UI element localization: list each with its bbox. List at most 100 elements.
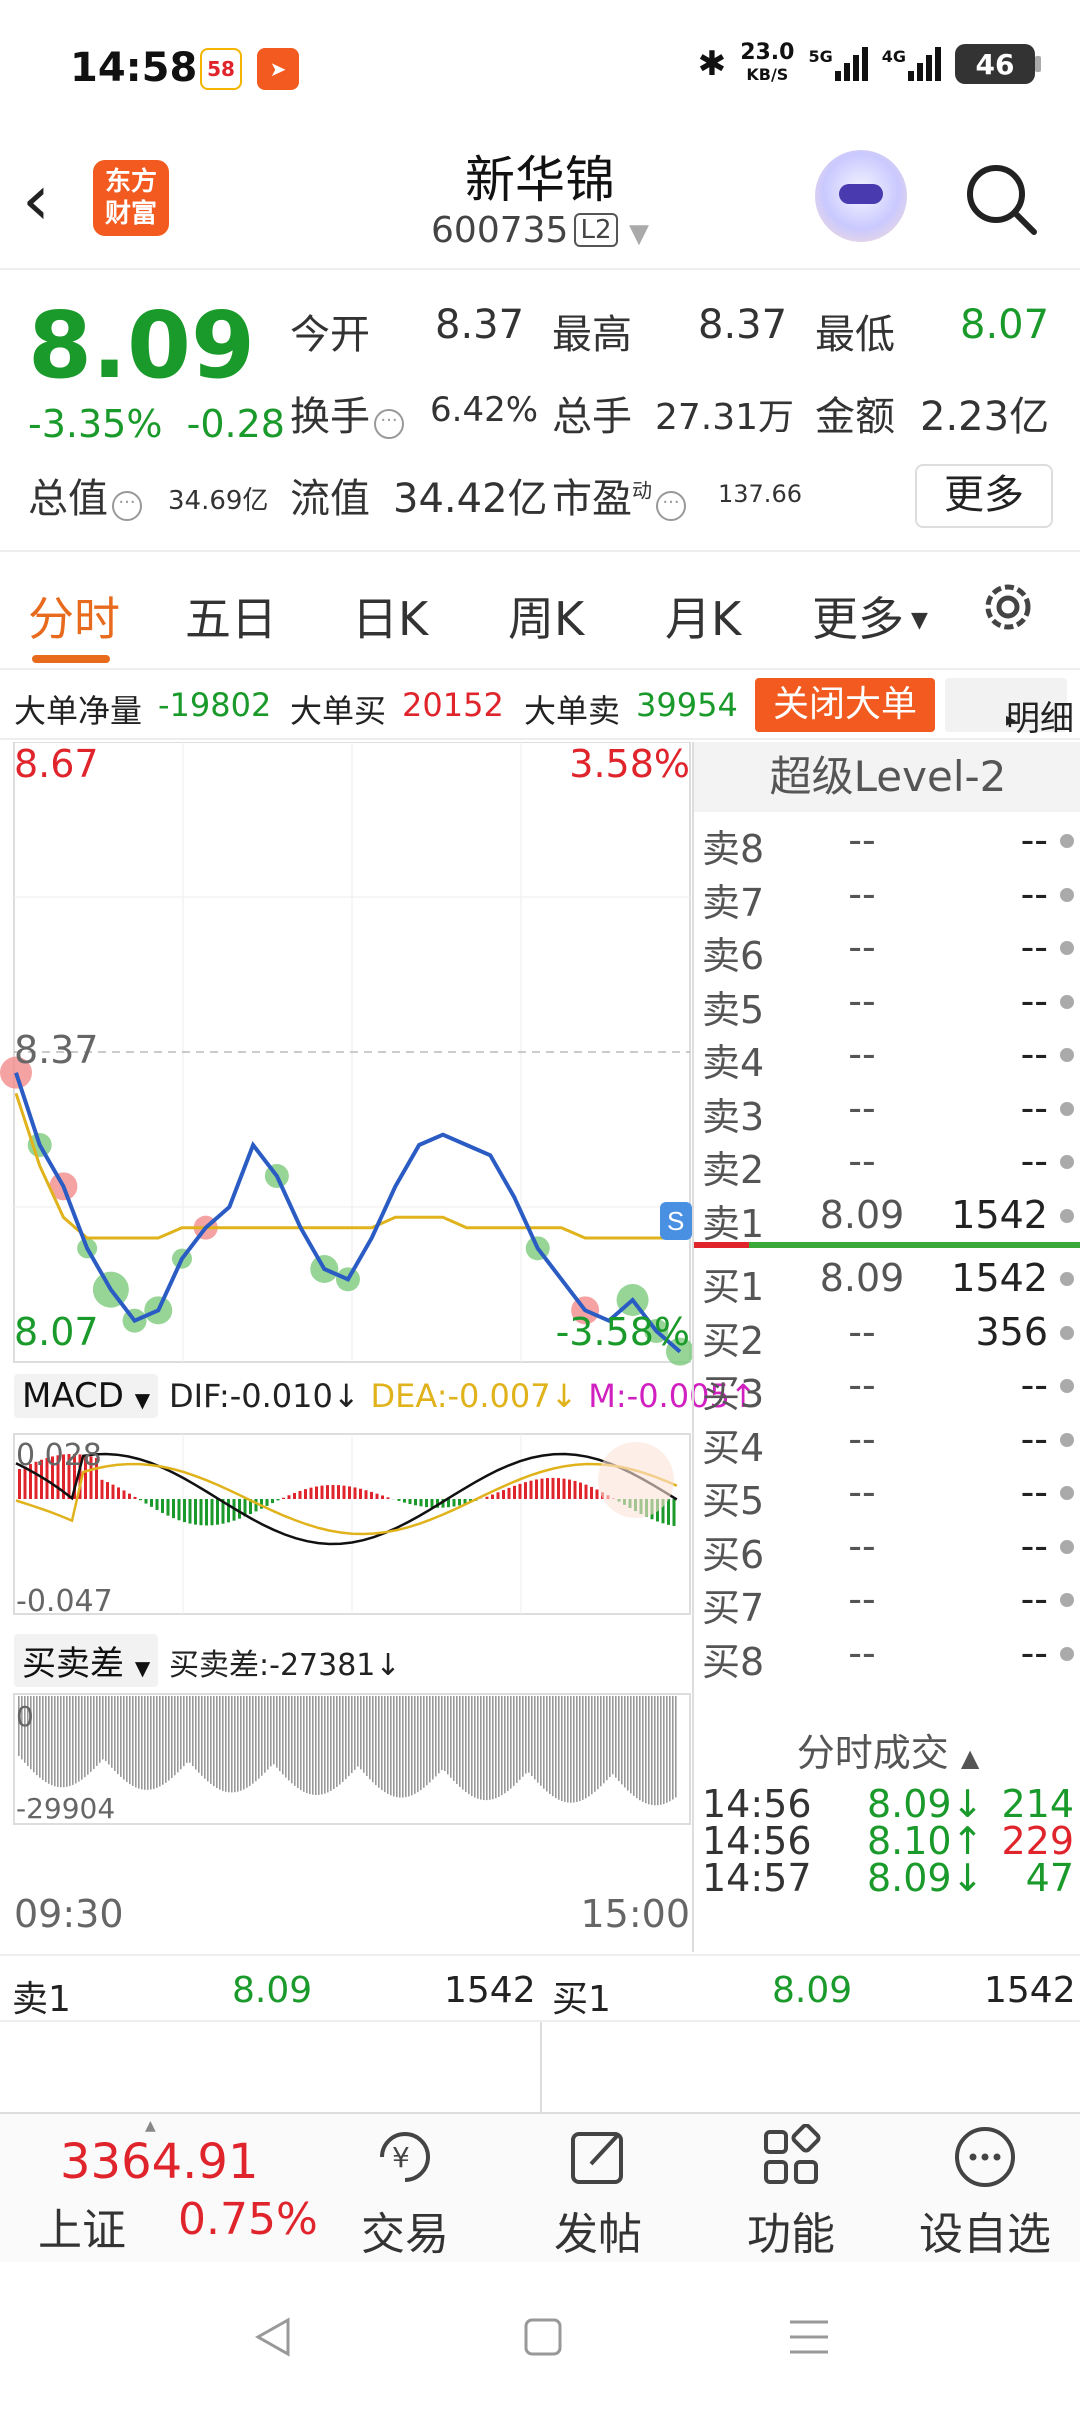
diff-bar	[507, 1696, 509, 1792]
diff-bar	[51, 1696, 53, 1786]
diff-select[interactable]: 买卖差 ▼	[14, 1634, 159, 1687]
nav-trade[interactable]: ¥ 交易	[340, 2124, 470, 2262]
diff-bar	[330, 1696, 332, 1791]
ask-row[interactable]: 卖4 -- --	[702, 1028, 1074, 1085]
macd-bar	[18, 1469, 21, 1499]
close-big-order-button[interactable]: 关闭大单	[755, 678, 935, 732]
index-pct: 0.75%	[178, 2194, 318, 2245]
diff-bar	[303, 1696, 305, 1792]
diff-bar	[39, 1696, 41, 1778]
level2-order-book[interactable]: 超级Level-2 卖8 -- -- 卖7 -- -- 卖6 -- -- 卖5 -- -- 卖4 -- --…	[692, 742, 1080, 1952]
diff-bar	[153, 1696, 155, 1789]
diff-bar	[483, 1696, 485, 1801]
back-triangle-icon[interactable]	[250, 2314, 296, 2360]
floatcap-value: 34.42亿	[393, 476, 548, 522]
bid-row[interactable]: 买7 -- --	[702, 1573, 1074, 1630]
diff-bar	[630, 1696, 632, 1794]
trade-price: 8.09↓	[867, 1856, 984, 1900]
more-circle-icon	[955, 2127, 1015, 2187]
search-icon[interactable]	[962, 160, 1042, 240]
diff-bar	[555, 1696, 557, 1799]
mktcap-value: 34.69亿	[168, 486, 269, 516]
diff-bar	[606, 1696, 608, 1781]
gear-icon[interactable]	[978, 577, 1038, 637]
home-square-icon[interactable]	[520, 2314, 566, 2360]
trades-title[interactable]: 分时成交 ▲	[694, 1722, 1080, 1777]
diff-bar	[207, 1696, 209, 1782]
dot-icon	[1060, 1101, 1074, 1116]
diff-bar	[519, 1696, 521, 1780]
diff-bar	[552, 1696, 554, 1797]
diff-bar	[627, 1696, 629, 1791]
open-label: 今开	[290, 312, 370, 358]
bluetooth-icon: ✱	[697, 44, 727, 84]
nav-function[interactable]: 功能	[726, 2123, 856, 2262]
macd-bar	[414, 1499, 417, 1506]
diff-bar	[657, 1696, 659, 1806]
macd-bar	[529, 1480, 533, 1499]
more-button[interactable]: 更多	[915, 464, 1053, 528]
macd-bar	[551, 1477, 555, 1499]
tab-weekly-k[interactable]: 周K	[508, 583, 584, 649]
tab-five-day[interactable]: 五日	[185, 583, 277, 649]
macd-bar	[271, 1499, 274, 1504]
ask-row[interactable]: 卖6 -- --	[702, 921, 1074, 978]
dot-icon	[1060, 1379, 1074, 1393]
bid-ask-ratio-bar	[694, 1242, 1080, 1248]
macd-bar	[122, 1490, 126, 1499]
bid-row[interactable]: 买4 -- --	[702, 1413, 1074, 1470]
bid-row[interactable]: 买8 -- --	[702, 1627, 1074, 1684]
bid-label: 买1	[702, 1265, 765, 1309]
turnover-label[interactable]: 换手 ···	[290, 384, 404, 442]
tab-monthly-k[interactable]: 月K	[665, 583, 741, 649]
ask-row[interactable]: 卖7 -- --	[702, 868, 1074, 925]
volume-label: 总手	[552, 394, 632, 440]
macd-bar	[386, 1497, 390, 1499]
diff-bar	[300, 1696, 302, 1791]
diff-bar	[549, 1696, 551, 1794]
bid-row[interactable]: 买2 -- 356	[702, 1306, 1074, 1363]
mktcap-label[interactable]: 总值 ···	[28, 466, 142, 524]
bid-row[interactable]: 买6 -- --	[702, 1520, 1074, 1577]
macd-bar	[298, 1490, 302, 1499]
intraday-chart[interactable]: S 8.67 3.58% 8.37 8.07 -3.58% MACD ▼ DIF…	[0, 742, 757, 1952]
bid-label: 买5	[702, 1479, 765, 1523]
diff-bar	[339, 1696, 341, 1785]
diff-bar	[462, 1696, 464, 1790]
bid-row[interactable]: 买1 8.09 1542	[702, 1252, 1074, 1309]
diff-bar	[63, 1696, 65, 1788]
amount-value: 2.23亿	[920, 394, 1050, 440]
stock-code-row[interactable]: 600735 L2 ▼	[0, 210, 1080, 251]
tab-intraday[interactable]: 分时	[28, 583, 120, 649]
diff-bar	[342, 1696, 344, 1782]
diff-bar	[201, 1696, 203, 1776]
diff-bar	[36, 1696, 38, 1776]
ask-row[interactable]: 卖5 -- --	[702, 975, 1074, 1032]
ask-row[interactable]: 卖1 8.09 1542	[702, 1189, 1074, 1246]
menu-icon[interactable]	[786, 2314, 832, 2360]
macd-bar	[672, 1499, 676, 1526]
ask-volume: --	[1020, 1032, 1048, 1076]
ask-row[interactable]: 卖3 -- --	[702, 1082, 1074, 1139]
nav-watchlist[interactable]: 设自选	[910, 2124, 1060, 2262]
ask-volume: --	[1020, 1139, 1048, 1183]
big-sell-value: 39954	[636, 686, 738, 724]
diff-bar	[261, 1696, 263, 1776]
diff-bar	[366, 1696, 368, 1777]
tab-daily-k[interactable]: 日K	[352, 583, 428, 649]
edit-icon	[571, 2132, 623, 2184]
macd-select[interactable]: MACD ▼	[14, 1374, 159, 1418]
tab-more[interactable]: 更多 ▼	[812, 583, 928, 649]
bid-row[interactable]: 买3 -- --	[702, 1359, 1074, 1416]
detail-button[interactable]: 明细 ▸	[945, 678, 1074, 739]
macd-bar	[419, 1499, 423, 1507]
pe-label[interactable]: 市盈动 ···	[552, 466, 686, 524]
diff-bar	[177, 1696, 179, 1773]
ask-row[interactable]: 卖2 -- --	[702, 1135, 1074, 1192]
robot-assistant-icon[interactable]	[815, 150, 907, 242]
diff-bar	[195, 1696, 197, 1770]
nav-post[interactable]: 发帖	[533, 2124, 663, 2262]
macd-bar	[320, 1485, 324, 1499]
ask-row[interactable]: 卖8 -- --	[702, 814, 1074, 871]
bid-row[interactable]: 买5 -- --	[702, 1466, 1074, 1523]
